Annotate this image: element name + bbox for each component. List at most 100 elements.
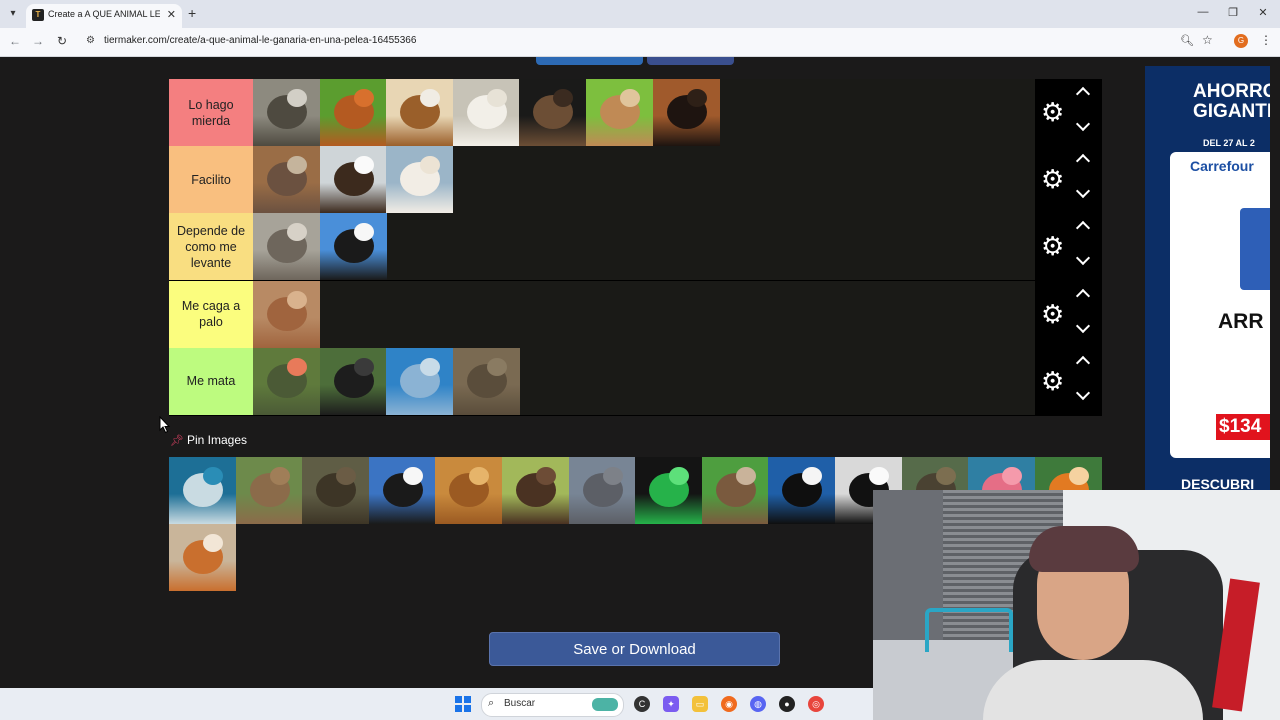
bookmark-star-icon[interactable]: ☆ — [1202, 33, 1213, 47]
tier-items[interactable] — [253, 146, 1035, 214]
animal-tile-boar[interactable] — [302, 457, 370, 524]
animal-tile-dolphin[interactable] — [386, 347, 454, 415]
animal-tile-capybara[interactable] — [235, 457, 303, 524]
animal-tile-eagle[interactable] — [319, 146, 387, 214]
animal-tile-orca[interactable] — [768, 457, 836, 524]
tier-label[interactable]: Lo hago mierda — [169, 79, 253, 146]
chevron-up-icon[interactable] — [1075, 86, 1091, 102]
tab-search-icon[interactable]: ▾ — [4, 6, 22, 22]
tier-list: Lo hago mierda ⚙ Facilito ⚙ Depende de como … — [169, 79, 1102, 416]
animal-tile-otter[interactable] — [701, 457, 769, 524]
tier-label[interactable]: Me mata — [169, 347, 253, 415]
windows-start-icon[interactable] — [455, 696, 471, 712]
ad-product: ARR — [1218, 310, 1264, 333]
animal-tile-kangaroo[interactable] — [253, 280, 320, 348]
gear-icon[interactable]: ⚙ — [1041, 233, 1064, 259]
taskbar: ⌕ Buscar C ✦ ▭ ◉ ◍ ● ◎ — [0, 688, 873, 720]
tier-items[interactable] — [253, 280, 1035, 348]
profile-avatar[interactable]: G — [1234, 34, 1248, 48]
minimize-icon[interactable]: — — [1193, 6, 1213, 18]
top-button-partial-2[interactable] — [647, 57, 734, 65]
tier-items[interactable] — [253, 213, 1035, 281]
chevron-up-icon[interactable] — [1075, 288, 1091, 303]
address-bar: ← → ↻ ⚙ tiermaker.com/create/a-que-anima… — [0, 28, 1280, 57]
app-icon-1[interactable]: C — [634, 696, 650, 712]
reload-icon[interactable]: ↻ — [54, 34, 70, 48]
animal-tile-penguin[interactable] — [368, 457, 436, 524]
animal-tile-guinea-pig[interactable] — [386, 79, 454, 146]
browser-menu-icon[interactable]: ⋮ — [1260, 33, 1272, 47]
tier-row: Depende de como me levante ⚙ — [169, 213, 1102, 282]
tier-label[interactable]: Facilito — [169, 146, 253, 214]
tab-title: Create a A QUE ANIMAL LE GANARIA EN UNA … — [48, 9, 160, 19]
tier-label[interactable]: Depende de como me levante — [169, 213, 253, 281]
tier-label[interactable]: Me caga a palo — [169, 280, 253, 348]
ad-date: DEL 27 AL 2 — [1203, 138, 1255, 148]
animal-tile-cow[interactable] — [319, 213, 387, 281]
chevron-down-icon[interactable] — [1075, 318, 1091, 333]
browser-tab-bar: ▾ T Create a A QUE ANIMAL LE GANARIA EN … — [0, 0, 1280, 28]
save-or-download-button[interactable]: Save or Download — [489, 632, 780, 666]
animal-tile-rhino[interactable] — [568, 457, 636, 524]
chevron-down-icon[interactable] — [1075, 385, 1091, 400]
pin-images-label: Pin Images — [187, 433, 248, 447]
taskbar-search[interactable]: ⌕ Buscar — [481, 693, 624, 717]
chevron-down-icon[interactable] — [1075, 116, 1091, 132]
animal-tile-crocodile[interactable] — [253, 347, 320, 415]
copilot-icon[interactable]: ✦ — [663, 696, 679, 712]
taskbar-search-placeholder: Buscar — [504, 698, 536, 709]
back-icon[interactable]: ← — [7, 34, 23, 48]
ad-headline: AHORRO GIGANTE — [1193, 81, 1270, 122]
animal-tile-komodo-dragon[interactable] — [452, 347, 520, 415]
animal-tile-chicken[interactable] — [319, 79, 387, 146]
tier-items[interactable] — [253, 79, 1035, 146]
animal-tile-squirrel[interactable] — [586, 79, 653, 146]
tiermaker-favicon-icon: T — [32, 9, 44, 21]
animal-tile-donkey[interactable] — [253, 146, 320, 214]
discord-icon[interactable]: ◍ — [750, 696, 766, 712]
browser-tab[interactable]: T Create a A QUE ANIMAL LE GANARIA EN UN… — [26, 4, 182, 28]
tier-row: Me caga a palo ⚙ — [169, 280, 1102, 349]
gear-icon[interactable]: ⚙ — [1041, 301, 1064, 327]
firefox-icon[interactable]: ◉ — [721, 696, 737, 712]
ad-brand: Carrefour — [1190, 158, 1254, 174]
tier-items[interactable] — [253, 347, 1035, 415]
animal-tile-scorpion[interactable] — [652, 79, 720, 146]
animal-tile-moose[interactable] — [502, 457, 569, 524]
gear-icon[interactable]: ⚙ — [1041, 166, 1064, 192]
animal-tile-fox[interactable] — [169, 524, 236, 591]
animal-tile-gorilla[interactable] — [319, 347, 387, 415]
gear-icon[interactable]: ⚙ — [1041, 368, 1064, 394]
animal-tile-goat[interactable] — [386, 146, 454, 214]
chevron-down-icon[interactable] — [1075, 184, 1091, 199]
animal-tile-hedgehog[interactable] — [253, 79, 320, 146]
restore-icon[interactable]: ❐ — [1223, 6, 1243, 19]
new-tab-icon[interactable]: + — [188, 5, 196, 21]
tab-close-icon[interactable]: ✕ — [167, 8, 176, 21]
top-button-partial[interactable] — [536, 57, 643, 65]
chevron-up-icon[interactable] — [1075, 221, 1091, 236]
file-explorer-icon[interactable]: ▭ — [692, 696, 708, 712]
animal-tile-sheep[interactable] — [452, 79, 520, 146]
animal-tile-lion[interactable] — [435, 457, 503, 524]
webcam-person-hair — [1029, 526, 1139, 572]
gear-icon[interactable]: ⚙ — [1041, 99, 1064, 125]
url-text[interactable]: tiermaker.com/create/a-que-animal-le-gan… — [104, 35, 416, 46]
ad-card: Carrefour ARR $134 — [1170, 152, 1270, 458]
animal-tile-shark[interactable] — [169, 457, 236, 524]
close-window-icon[interactable]: ✕ — [1253, 6, 1273, 19]
obs-icon[interactable]: ● — [779, 696, 795, 712]
site-info-icon[interactable]: ⚙ — [86, 35, 95, 46]
chevron-up-icon[interactable] — [1075, 154, 1091, 169]
advertisement[interactable]: AHORRO GIGANTE DEL 27 AL 2 Carrefour ARR… — [1145, 66, 1270, 496]
animal-tile-platypus[interactable] — [519, 79, 587, 146]
ad-price: $134 — [1216, 414, 1270, 440]
animal-tile-snake[interactable] — [635, 457, 703, 524]
chevron-down-icon[interactable] — [1075, 251, 1091, 266]
animal-tile-wolf[interactable] — [253, 213, 320, 281]
chevron-up-icon[interactable] — [1075, 355, 1091, 370]
zoom-icon[interactable]: 🔍︎ — [1180, 34, 1194, 47]
chrome-icon[interactable]: ◎ — [808, 696, 824, 712]
forward-icon[interactable]: → — [30, 34, 46, 48]
webcam-overlay — [873, 490, 1280, 720]
